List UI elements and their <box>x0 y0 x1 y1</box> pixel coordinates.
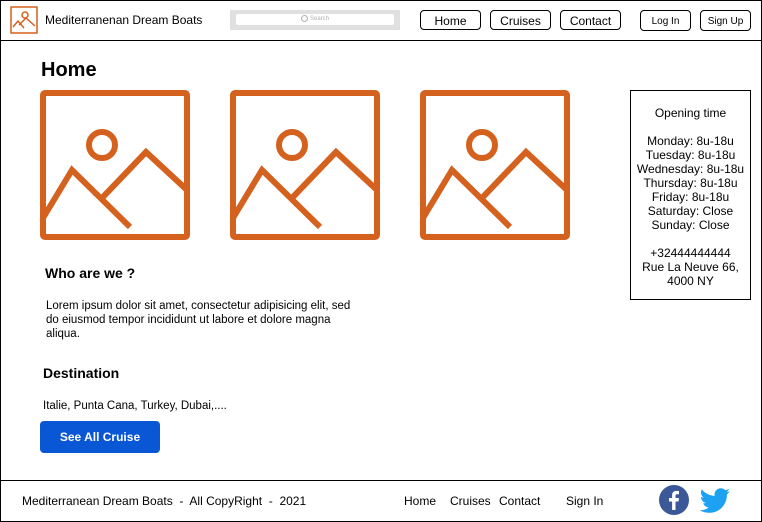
hours-wednesday: Wednesday: 8u-18u <box>636 162 745 176</box>
contact-address-line1: Rue La Neuve 66, <box>642 260 739 274</box>
footer-copyright: Mediterranean Dream Boats - All CopyRigh… <box>22 494 307 508</box>
hours-tuesday: Tuesday: 8u-18u <box>645 148 736 162</box>
hours-thursday: Thursday: 8u-18u <box>643 176 738 190</box>
twitter-icon[interactable] <box>699 484 731 516</box>
see-all-cruise-button[interactable]: See All Cruise <box>40 421 160 453</box>
search-bar[interactable]: Search <box>230 10 400 30</box>
opening-hours-title: Opening time <box>654 106 727 120</box>
page-title: Home <box>41 59 97 81</box>
gallery-image-2-icon <box>230 90 380 240</box>
gallery-image-1-icon <box>40 90 190 240</box>
about-text: Lorem ipsum dolor sit amet, consectetur … <box>46 300 351 340</box>
opening-hours-box: Opening time Monday: 8u-18u Tuesday: 8u-… <box>630 90 751 300</box>
hours-sunday: Sunday: Close <box>651 218 730 232</box>
footer-link-contact[interactable]: Contact <box>499 494 540 508</box>
destination-text: Italie, Punta Cana, Turkey, Dubai,.... <box>43 400 227 412</box>
brand-name[interactable]: Mediterranenan Dream Boats <box>45 13 202 27</box>
login-button[interactable]: Log In <box>640 10 691 31</box>
about-heading: Who are we ? <box>45 265 136 281</box>
footer-divider <box>0 480 762 481</box>
nav-home-button[interactable]: Home <box>420 10 481 30</box>
nav-cruises-button[interactable]: Cruises <box>490 10 551 30</box>
hours-spacer <box>631 232 750 246</box>
footer-link-home[interactable]: Home <box>404 494 436 508</box>
footer-link-cruises[interactable]: Cruises <box>450 494 491 508</box>
contact-address-line2: 4000 NY <box>667 274 714 288</box>
hours-monday: Monday: 8u-18u <box>647 134 734 148</box>
destination-heading: Destination <box>43 365 120 381</box>
hours-friday: Friday: 8u-18u <box>651 190 730 204</box>
search-input[interactable]: Search <box>236 14 394 25</box>
search-icon <box>300 14 308 22</box>
hours-saturday: Saturday: Close <box>647 204 734 218</box>
gallery-image-3-icon <box>420 90 570 240</box>
contact-phone: +32444444444 <box>650 246 731 260</box>
logo-image-icon[interactable] <box>10 6 38 34</box>
footer-link-signin[interactable]: Sign In <box>566 494 603 508</box>
signup-button[interactable]: Sign Up <box>700 10 751 31</box>
facebook-icon[interactable] <box>658 484 690 516</box>
nav-contact-button[interactable]: Contact <box>560 10 621 30</box>
search-placeholder: Search <box>309 16 329 22</box>
header: Mediterranenan Dream Boats Search Home C… <box>0 0 762 41</box>
